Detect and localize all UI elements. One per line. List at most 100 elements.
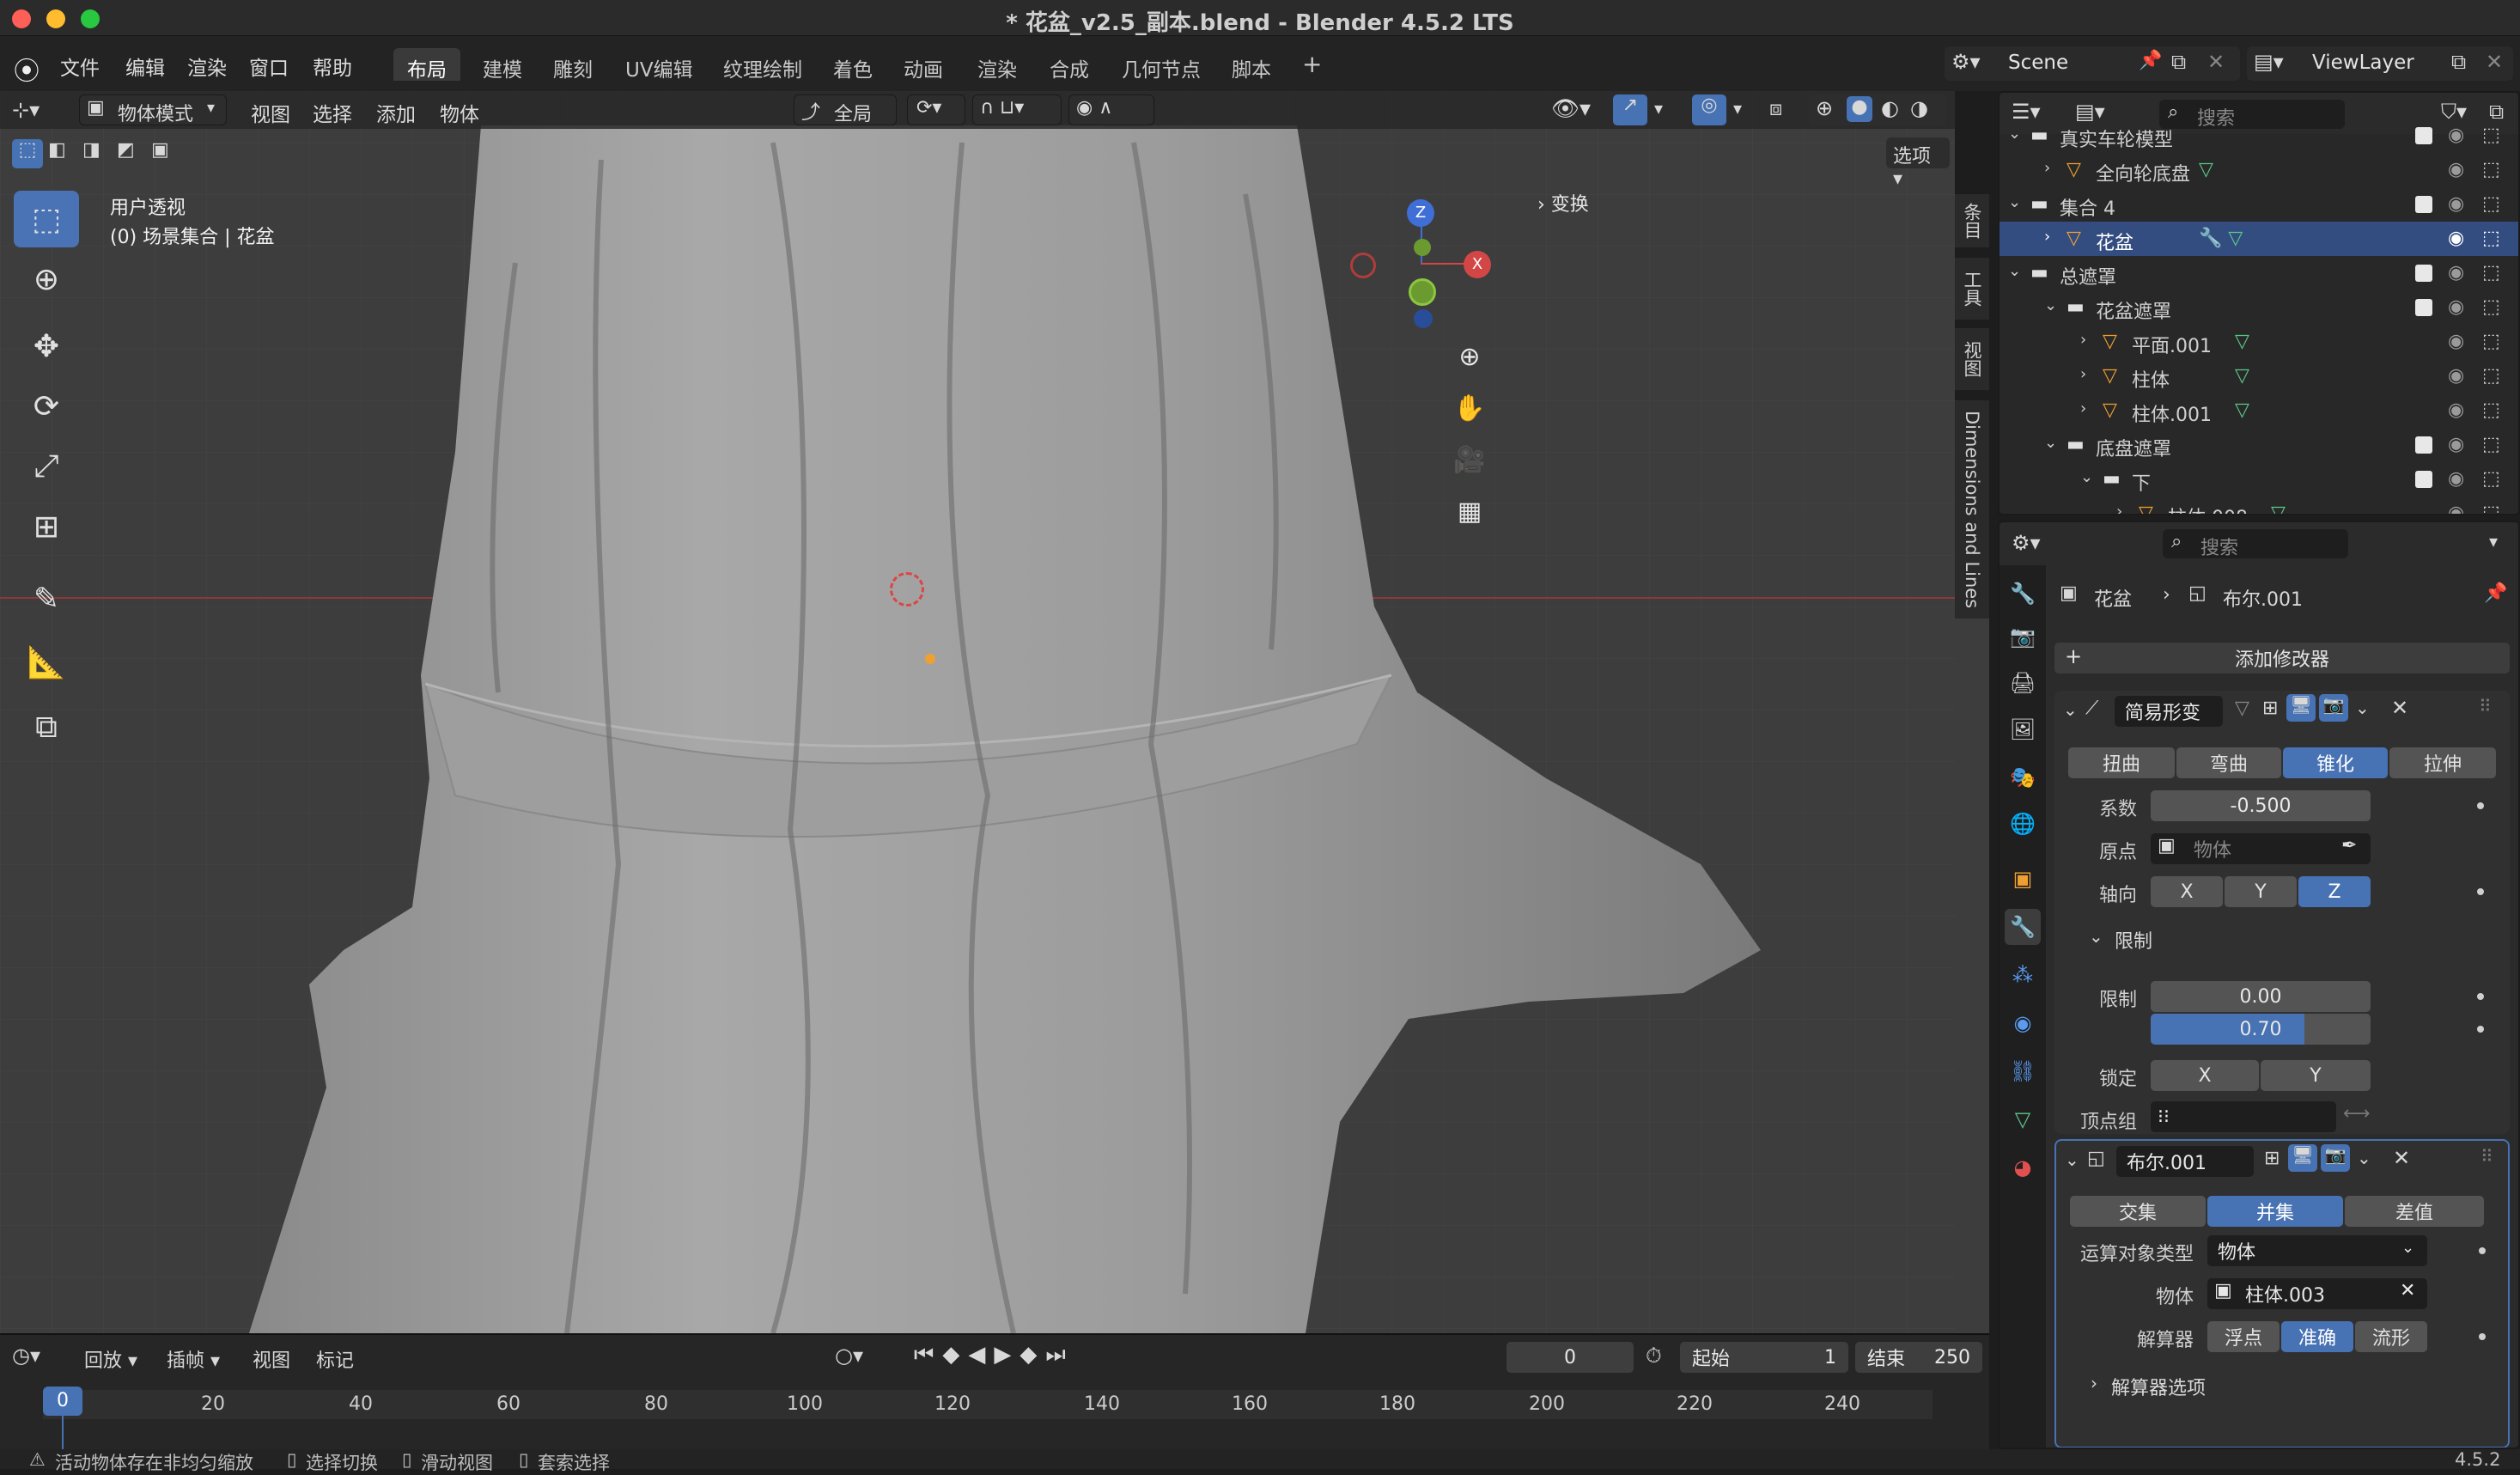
stopwatch-icon[interactable]: ⏱ bbox=[1646, 1344, 1662, 1368]
scene-tab-icon[interactable]: 🎭 bbox=[2005, 759, 2041, 795]
prev-keyframe-icon[interactable]: ◆ bbox=[942, 1342, 968, 1368]
visibility-eye-icon[interactable]: ◉ bbox=[2448, 399, 2464, 421]
realtime-toggle-icon[interactable]: 🖥 bbox=[2286, 694, 2316, 722]
tab-texture-paint[interactable]: 纹理绘制 bbox=[709, 48, 816, 82]
realtime-toggle-icon[interactable]: 🖥 bbox=[2288, 1144, 2317, 1172]
expand-chevron-icon[interactable]: ⌄ bbox=[2044, 296, 2057, 314]
boolean-op-intersect[interactable]: 交集 bbox=[2070, 1196, 2206, 1227]
cursor-tool-icon[interactable]: ⊕ bbox=[14, 251, 79, 308]
tab-uv-editing[interactable]: UV编辑 bbox=[612, 48, 707, 82]
rotate-tool-icon[interactable]: ⟳ bbox=[14, 378, 79, 435]
outliner-row[interactable]: ⌄ ▬ 花盆遮罩 ◉ ⬚ bbox=[2000, 290, 2518, 325]
rendered-shading-icon[interactable]: ◑ bbox=[1910, 96, 1928, 120]
menu-object[interactable]: 物体 bbox=[440, 98, 479, 127]
pivot-dropdown[interactable]: ⟳▾ bbox=[907, 94, 965, 125]
mesh-data-icon[interactable]: ▽ bbox=[2235, 331, 2249, 352]
deform-mode-taper[interactable]: 锥化 bbox=[2283, 747, 2388, 778]
end-frame-field[interactable]: 结束 250 bbox=[1855, 1342, 1982, 1373]
limit-high-field[interactable]: 0.70 bbox=[2151, 1014, 2371, 1045]
start-frame-field[interactable]: 起始 1 bbox=[1680, 1342, 1848, 1373]
new-view-layer-icon[interactable]: ⧉ bbox=[2451, 50, 2466, 74]
axis-z-button[interactable]: Z bbox=[2298, 876, 2371, 907]
select-extend-icon[interactable]: ◧ bbox=[48, 139, 66, 161]
visibility-eye-icon[interactable]: ◉ bbox=[2448, 159, 2464, 180]
gizmo-dropdown-icon[interactable]: ▾ bbox=[1654, 98, 1663, 119]
next-keyframe-icon[interactable]: ◆ bbox=[1020, 1342, 1045, 1368]
measure-tool-icon[interactable]: 📐 bbox=[14, 634, 79, 691]
scale-tool-icon[interactable]: ⤢ bbox=[14, 438, 79, 495]
annotate-tool-icon[interactable]: ✎ bbox=[14, 570, 79, 627]
blender-logo-icon[interactable]: ⦿ bbox=[14, 50, 40, 88]
snap-toggle[interactable]: ∩ ⊔▾ bbox=[972, 94, 1062, 125]
new-scene-icon[interactable]: ⧉ bbox=[2171, 50, 2186, 74]
solver-options-header[interactable]: 解算器选项 bbox=[2111, 1373, 2206, 1400]
mesh-data-icon[interactable]: 🔧 ▽ bbox=[2199, 228, 2243, 249]
add-modifier-button[interactable]: + 添加修改器 bbox=[2054, 643, 2510, 674]
modifier-menu-icon[interactable]: ⌄ bbox=[2357, 1148, 2371, 1168]
mesh-data-icon[interactable]: ▽ bbox=[2235, 399, 2249, 421]
outliner-row[interactable]: › ▽ 柱体.008 ▽ ◉ ⬚ bbox=[2000, 497, 2518, 514]
keyframe-dot[interactable] bbox=[2477, 993, 2484, 1000]
editor-type-icon[interactable]: ⊹▾ bbox=[12, 98, 40, 122]
remove-modifier-icon[interactable]: ✕ bbox=[2393, 1146, 2410, 1170]
tab-sculpt[interactable]: 雕刻 bbox=[539, 48, 606, 82]
timeline-editor-type-icon[interactable]: ◷▾ bbox=[12, 1344, 40, 1368]
options-dropdown[interactable]: 选项 ▾ bbox=[1886, 137, 1950, 190]
transform-tool-icon[interactable]: ⊞ bbox=[14, 498, 79, 555]
outliner-row[interactable]: › ▽ 柱体 ▽ ◉ ⬚ bbox=[2000, 359, 2518, 393]
outliner-row[interactable]: › ▽ 全向轮底盘 ▽ ◉ ⬚ bbox=[2000, 153, 2518, 187]
deform-mode-twist[interactable]: 扭曲 bbox=[2068, 747, 2175, 778]
remove-view-layer-icon[interactable]: ✕ bbox=[2486, 50, 2503, 74]
keying-menu[interactable]: 插帧 ▾ bbox=[167, 1345, 220, 1373]
visibility-eye-icon[interactable]: ◉ bbox=[2448, 296, 2464, 318]
boolean-name-field[interactable]: 布尔.001 bbox=[2116, 1146, 2254, 1177]
frame-ruler[interactable] bbox=[43, 1390, 1933, 1419]
camera-view-icon[interactable]: 🎥 bbox=[1448, 438, 1491, 481]
properties-editor-type-icon[interactable]: ⚙▾ bbox=[2012, 531, 2041, 555]
expand-chevron-icon[interactable]: ⌄ bbox=[2008, 193, 2021, 211]
proportional-edit-toggle[interactable]: ◉ ∧ bbox=[1068, 94, 1154, 125]
gizmo-x-axis[interactable]: X bbox=[1464, 251, 1491, 278]
remove-modifier-icon[interactable]: ✕ bbox=[2391, 696, 2408, 720]
simple-deform-name-field[interactable]: 简易形变 bbox=[2115, 696, 2223, 727]
render-camera-icon[interactable]: ⬚ bbox=[2482, 228, 2500, 249]
menu-select[interactable]: 选择 bbox=[313, 98, 352, 127]
eyedropper-icon[interactable]: ✒ bbox=[2341, 835, 2357, 856]
add-cube-tool-icon[interactable]: ⧉ bbox=[14, 699, 79, 756]
exclude-checkbox[interactable] bbox=[2415, 196, 2432, 213]
scene-selector[interactable]: ⚙▾ Scene 📌 ⧉ ✕ bbox=[1945, 46, 2240, 81]
particles-tab-icon[interactable]: ⁂ bbox=[2005, 957, 2041, 993]
tab-compositing[interactable]: 合成 bbox=[1036, 48, 1103, 82]
gizmo-neg-x[interactable] bbox=[1350, 253, 1376, 278]
render-tab-icon[interactable]: 📷 bbox=[2005, 619, 2041, 655]
edit-mode-toggle-icon[interactable]: ▽ bbox=[2235, 698, 2249, 719]
outliner-row[interactable]: ⌄ ▬ 总遮罩 ◉ ⬚ bbox=[2000, 256, 2518, 290]
collapse-chevron-icon[interactable]: › bbox=[2116, 503, 2122, 514]
visibility-eye-icon[interactable]: ◉ bbox=[2448, 331, 2464, 352]
visibility-eye-icon[interactable]: ◉ bbox=[2448, 262, 2464, 283]
solver-options-chevron-icon[interactable]: › bbox=[2091, 1373, 2097, 1393]
current-frame-field[interactable]: 0 bbox=[1507, 1342, 1634, 1373]
side-tab-item[interactable]: 条目 bbox=[1955, 194, 1989, 247]
playhead[interactable]: 0 bbox=[43, 1387, 82, 1416]
select-intersect-icon[interactable]: ▣ bbox=[151, 139, 169, 161]
collapse-chevron-icon[interactable]: › bbox=[2080, 399, 2086, 418]
outliner-row[interactable]: ⌄ ▬ 底盘遮罩 ◉ ⬚ bbox=[2000, 428, 2518, 462]
side-tab-view[interactable]: 视图 bbox=[1955, 328, 1989, 390]
collapse-chevron-icon[interactable]: ⌄ bbox=[2063, 699, 2078, 720]
invert-vgroup-icon[interactable]: ⟷ bbox=[2343, 1103, 2371, 1125]
select-invert-icon[interactable]: ◩ bbox=[117, 139, 135, 161]
limits-header[interactable]: 限制 bbox=[2115, 926, 2152, 954]
collapse-chevron-icon[interactable]: ⌄ bbox=[2065, 1149, 2079, 1170]
overlay-dropdown-icon[interactable]: ▾ bbox=[1733, 98, 1742, 119]
mesh-data-icon[interactable]: ▽ bbox=[2199, 159, 2213, 180]
play-icon[interactable]: ▶ bbox=[994, 1342, 1020, 1368]
render-camera-icon[interactable]: ⬚ bbox=[2482, 468, 2500, 490]
drag-handle-icon[interactable]: ⠿ bbox=[2480, 1146, 2493, 1167]
tab-modeling[interactable]: 建模 bbox=[469, 48, 536, 82]
visibility-eye-icon[interactable]: 👁▾ bbox=[1551, 96, 1591, 122]
expand-chevron-icon[interactable]: ⌄ bbox=[2008, 125, 2021, 143]
vertex-group-field[interactable]: ⁝⁝ bbox=[2151, 1101, 2336, 1132]
keyframe-dot[interactable] bbox=[2477, 1026, 2484, 1033]
expand-chevron-icon[interactable]: ⌄ bbox=[2080, 468, 2093, 486]
